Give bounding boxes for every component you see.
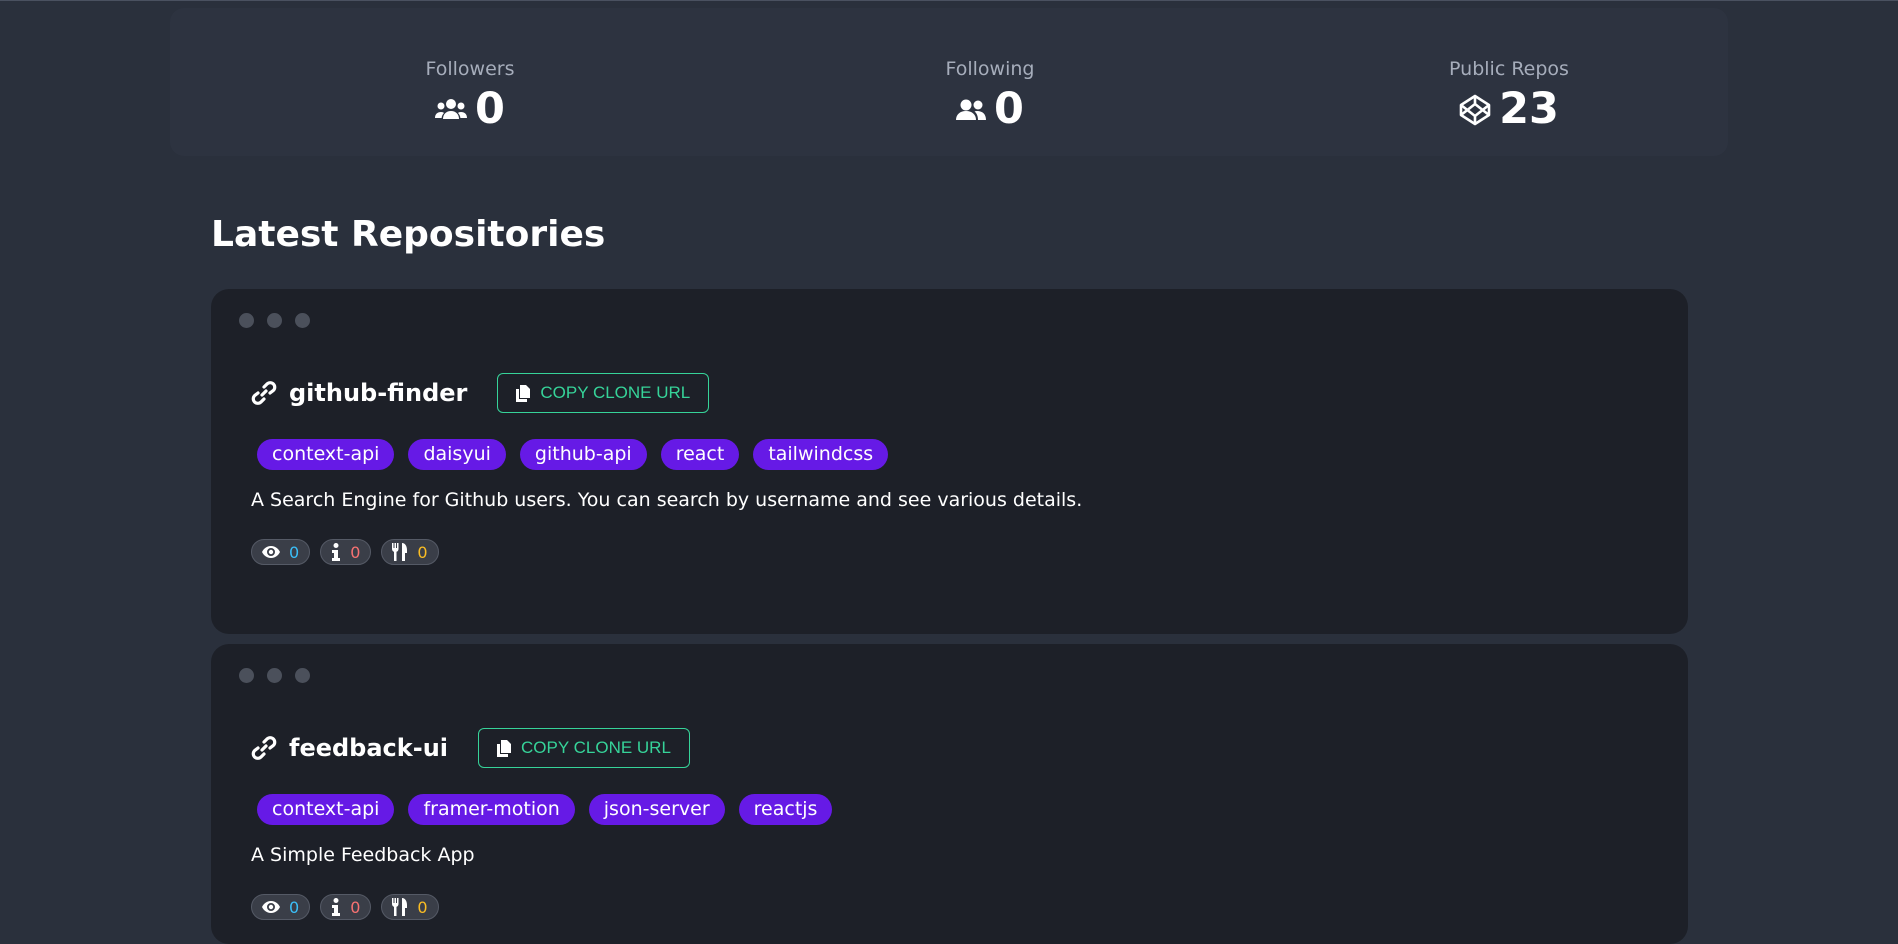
- utensils-icon: [392, 543, 408, 561]
- copy-button-label: COPY CLONE URL: [521, 738, 671, 757]
- copy-clone-url-button[interactable]: COPY CLONE URL: [497, 373, 710, 413]
- section-title: Latest Repositories: [211, 214, 606, 255]
- watchers-count: 0: [289, 542, 300, 562]
- issues-badge: 0: [320, 894, 372, 920]
- copy-button-label: COPY CLONE URL: [540, 383, 691, 402]
- stat-label: Public Repos: [1449, 58, 1569, 80]
- repo-title-row: github-finder COPY CLONE URL: [251, 373, 710, 413]
- copy-clone-url-button[interactable]: COPY CLONE URL: [478, 728, 690, 768]
- info-icon: [332, 543, 341, 561]
- watchers-count: 0: [289, 897, 300, 917]
- topic-tag: framer-motion: [408, 794, 575, 825]
- repo-card: github-finder COPY CLONE URL context-api…: [211, 289, 1688, 634]
- dot: [239, 313, 254, 328]
- issues-badge: 0: [320, 539, 372, 565]
- topic-tag: daisyui: [408, 439, 506, 470]
- copy-icon: [497, 739, 512, 757]
- topic-tag: reactjs: [738, 794, 833, 825]
- stat-value: 23: [1499, 84, 1559, 134]
- repo-stats: 0 0 0: [251, 539, 439, 565]
- watchers-badge: 0: [251, 539, 311, 565]
- forks-badge: 0: [381, 894, 439, 920]
- stat-followers: Followers 0: [340, 58, 600, 131]
- repo-title-row: feedback-ui COPY CLONE URL: [251, 728, 690, 768]
- stat-public-repos: Public Repos 23: [1379, 58, 1639, 131]
- stat-value: 0: [475, 84, 505, 134]
- topic-tag: react: [660, 439, 740, 470]
- eye-icon: [262, 546, 280, 558]
- info-icon: [332, 898, 341, 916]
- issues-count: 0: [350, 542, 361, 562]
- dot: [267, 668, 282, 683]
- repo-topics: context-api daisyui github-api react tai…: [257, 439, 889, 470]
- topic-tag: tailwindcss: [753, 439, 889, 470]
- forks-count: 0: [417, 542, 428, 562]
- dot: [295, 668, 310, 683]
- stat-label: Following: [945, 58, 1035, 80]
- user-friends-icon: [956, 99, 987, 120]
- dot: [295, 313, 310, 328]
- forks-count: 0: [417, 897, 428, 917]
- topic-tag: context-api: [257, 439, 395, 470]
- stat-following: Following 0: [860, 58, 1120, 131]
- link-icon[interactable]: [251, 380, 277, 406]
- copy-icon: [516, 384, 531, 402]
- repo-description: A Search Engine for Github users. You ca…: [251, 489, 1083, 511]
- forks-badge: 0: [381, 539, 439, 565]
- utensils-icon: [392, 898, 408, 916]
- repo-stats: 0 0 0: [251, 894, 439, 920]
- repo-name-link[interactable]: feedback-ui: [289, 734, 448, 762]
- stats-panel: Followers 0 Following 0 Public Repos 23: [170, 8, 1728, 156]
- window-dots: [239, 313, 310, 328]
- topic-tag: github-api: [519, 439, 647, 470]
- repo-topics: context-api framer-motion json-server re…: [257, 794, 833, 825]
- repo-description: A Simple Feedback App: [251, 844, 475, 866]
- codepen-icon: [1459, 94, 1491, 125]
- topic-tag: json-server: [588, 794, 725, 825]
- stat-value: 0: [994, 84, 1024, 134]
- link-icon[interactable]: [251, 735, 277, 761]
- window-dots: [239, 668, 310, 683]
- repo-card: feedback-ui COPY CLONE URL context-api f…: [211, 644, 1688, 944]
- repo-name-link[interactable]: github-finder: [289, 379, 467, 407]
- topic-tag: context-api: [257, 794, 395, 825]
- issues-count: 0: [350, 897, 361, 917]
- watchers-badge: 0: [251, 894, 311, 920]
- page-content: Followers 0 Following 0 Public Repos 23 …: [170, 0, 1728, 944]
- eye-icon: [262, 901, 280, 913]
- stat-label: Followers: [425, 58, 515, 80]
- dot: [239, 668, 254, 683]
- users-icon: [435, 98, 468, 119]
- dot: [267, 313, 282, 328]
